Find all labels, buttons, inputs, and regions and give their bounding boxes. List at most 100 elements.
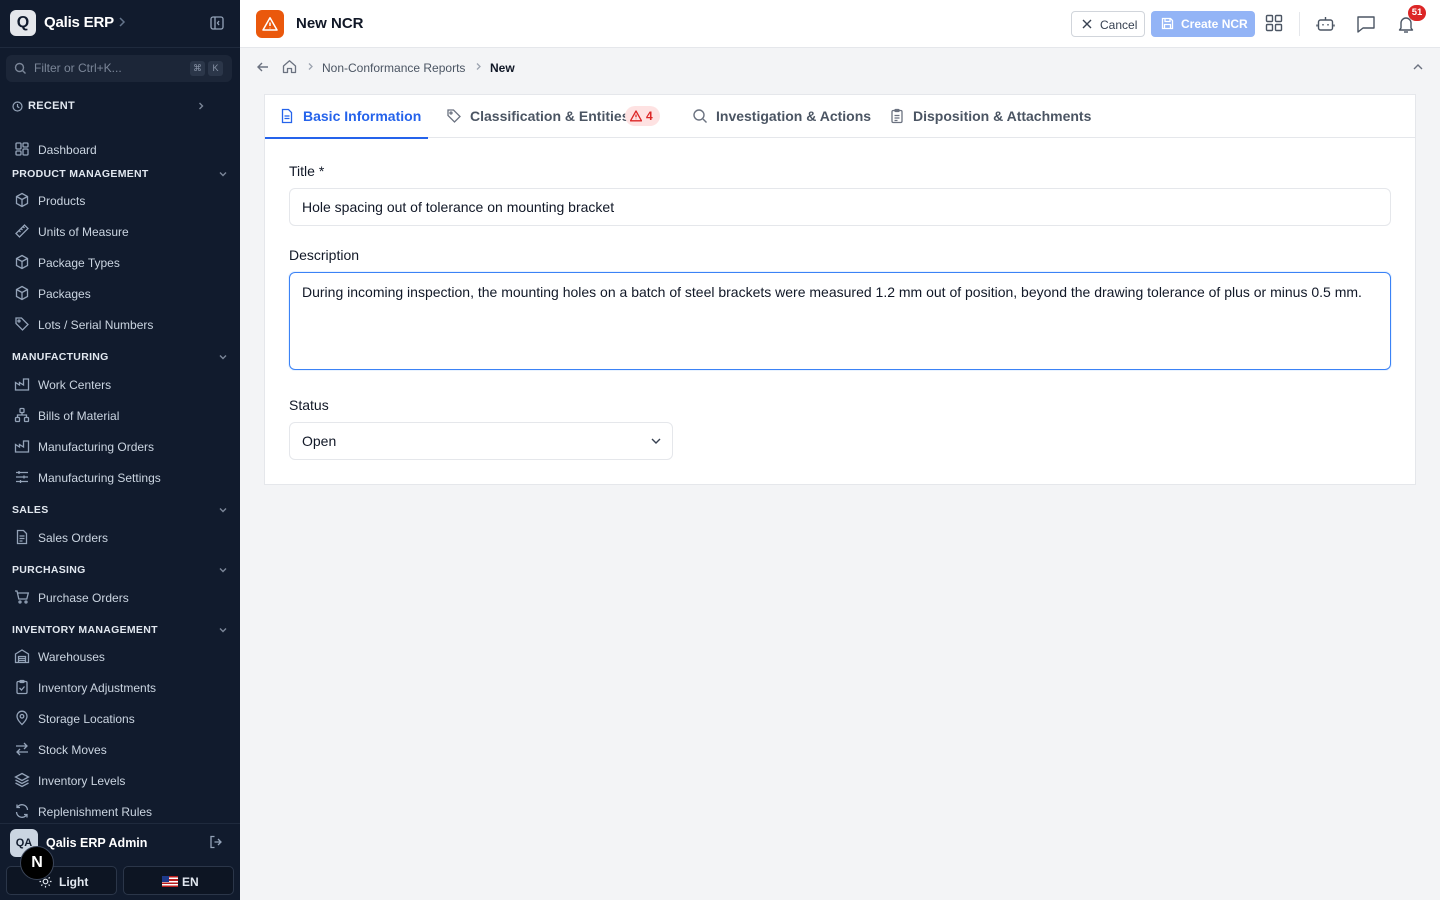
tab-basic-information[interactable]: Basic Information bbox=[265, 95, 428, 139]
ncr-form-card: Basic Information Classification & Entit… bbox=[264, 94, 1416, 485]
sidebar-item-work-centers[interactable]: Work Centers bbox=[14, 375, 224, 395]
sidebar-item-packages[interactable]: Packages bbox=[14, 284, 224, 304]
sidebar-item-lots-serial-numbers[interactable]: Lots / Serial Numbers bbox=[14, 315, 224, 335]
section-label: PRODUCT MANAGEMENT bbox=[12, 168, 149, 180]
sidebar-item-products[interactable]: Products bbox=[14, 191, 224, 211]
section-label: SALES bbox=[12, 504, 49, 516]
sidebar-item-units-of-measure[interactable]: Units of Measure bbox=[14, 222, 224, 242]
sidebar-footer: QA Qalis ERP Admin Light EN N bbox=[0, 823, 240, 900]
tab-label: Basic Information bbox=[303, 108, 422, 124]
chevron-down-icon bbox=[218, 505, 228, 515]
clock-icon bbox=[12, 101, 23, 112]
factory-icon bbox=[14, 438, 30, 454]
breadcrumb: Non-Conformance Reports New bbox=[240, 48, 1440, 86]
ruler-icon bbox=[14, 223, 30, 239]
bot-icon[interactable] bbox=[1316, 14, 1335, 33]
chevron-right-icon bbox=[474, 62, 483, 71]
notification-badge: 51 bbox=[1408, 5, 1426, 21]
sidebar-item-label: Replenishment Rules bbox=[38, 805, 153, 819]
sidebar-item-package-types[interactable]: Package Types bbox=[14, 253, 224, 273]
user-name[interactable]: Qalis ERP Admin bbox=[46, 836, 147, 850]
status-label: Status bbox=[289, 397, 329, 413]
sidebar-item-label: Inventory Levels bbox=[38, 774, 126, 788]
chevron-down-icon bbox=[218, 169, 228, 179]
app-brand[interactable]: Qalis ERP bbox=[44, 14, 114, 31]
sidebar-item-inventory-levels[interactable]: Inventory Levels bbox=[14, 771, 224, 791]
sidebar-item-sales-orders[interactable]: Sales Orders bbox=[14, 528, 224, 548]
chevron-right-icon[interactable] bbox=[116, 16, 128, 28]
n-badge[interactable]: N bbox=[20, 846, 54, 880]
chevron-right-icon bbox=[306, 62, 315, 71]
section-purchasing[interactable]: PURCHASING bbox=[12, 562, 228, 578]
sidebar-item-bills-of-material[interactable]: Bills of Material bbox=[14, 406, 224, 426]
sidebar-item-stock-moves[interactable]: Stock Moves bbox=[14, 740, 224, 760]
status-select[interactable]: Open bbox=[289, 422, 673, 460]
section-product-management[interactable]: PRODUCT MANAGEMENT bbox=[12, 166, 228, 182]
warning-icon bbox=[256, 10, 284, 38]
chat-icon[interactable] bbox=[1356, 14, 1376, 34]
sidebar-item-warehouses[interactable]: Warehouses bbox=[14, 647, 224, 667]
cancel-button[interactable]: Cancel bbox=[1071, 11, 1145, 37]
dashboard-icon bbox=[14, 141, 30, 157]
sidebar-item-inventory-adjustments[interactable]: Inventory Adjustments bbox=[14, 678, 224, 698]
sidebar-filter-input[interactable]: Filter or Ctrl+K... ⌘ K bbox=[6, 55, 232, 82]
sidebar-item-label: Manufacturing Settings bbox=[38, 471, 161, 485]
sidebar-item-storage-locations[interactable]: Storage Locations bbox=[14, 709, 224, 729]
description-textarea[interactable]: During incoming inspection, the mounting… bbox=[289, 272, 1391, 370]
tab-label: Investigation & Actions bbox=[716, 108, 872, 124]
app-logo[interactable]: Q bbox=[10, 10, 36, 36]
title-input[interactable]: Hole spacing out of tolerance on mountin… bbox=[289, 188, 1391, 226]
tab-investigation-actions[interactable]: Investigation & Actions bbox=[678, 95, 872, 138]
sidebar-item-purchase-orders[interactable]: Purchase Orders bbox=[14, 588, 224, 608]
chevron-right-icon bbox=[196, 101, 206, 111]
recent-section[interactable]: RECENT bbox=[12, 99, 222, 115]
box-icon bbox=[14, 285, 30, 301]
language-label: EN bbox=[182, 875, 199, 889]
section-sales[interactable]: SALES bbox=[12, 502, 228, 518]
sidebar-item-dashboard[interactable]: Dashboard bbox=[14, 140, 224, 160]
layers-icon bbox=[14, 772, 30, 788]
sidebar-item-manufacturing-settings[interactable]: Manufacturing Settings bbox=[14, 468, 224, 488]
chevron-up-icon[interactable] bbox=[1412, 61, 1424, 73]
map-pin-icon bbox=[14, 710, 30, 726]
logout-icon[interactable] bbox=[209, 835, 223, 849]
sidebar-item-replenishment-rules[interactable]: Replenishment Rules bbox=[14, 802, 224, 822]
section-inventory-management[interactable]: INVENTORY MANAGEMENT bbox=[12, 622, 228, 638]
breadcrumb-ncr-link[interactable]: Non-Conformance Reports bbox=[322, 61, 465, 75]
validation-warning-badge: 4 bbox=[625, 106, 660, 126]
tag-icon bbox=[446, 108, 462, 124]
tab-disposition-attachments[interactable]: Disposition & Attachments bbox=[875, 95, 1091, 138]
recent-label: RECENT bbox=[28, 100, 76, 112]
sidebar-item-manufacturing-orders[interactable]: Manufacturing Orders bbox=[14, 437, 224, 457]
create-ncr-button[interactable]: Create NCR bbox=[1151, 11, 1255, 37]
refresh-icon bbox=[14, 803, 30, 819]
section-label: INVENTORY MANAGEMENT bbox=[12, 624, 158, 636]
warehouse-icon bbox=[14, 648, 30, 664]
language-button[interactable]: EN bbox=[123, 866, 234, 895]
sidebar-item-label: Purchase Orders bbox=[38, 591, 129, 605]
sidebar-collapse-icon[interactable] bbox=[210, 16, 224, 30]
chevron-down-icon bbox=[218, 625, 228, 635]
factory-icon bbox=[14, 376, 30, 392]
chevron-down-icon bbox=[218, 565, 228, 575]
kbd-cmd: ⌘ bbox=[190, 61, 205, 76]
sidebar-item-label: Sales Orders bbox=[38, 531, 109, 545]
section-label: MANUFACTURING bbox=[12, 351, 109, 363]
back-arrow-icon[interactable] bbox=[256, 60, 270, 74]
sidebar-item-label: Packages bbox=[38, 287, 91, 301]
sidebar-item-label: Bills of Material bbox=[38, 409, 120, 423]
create-label: Create NCR bbox=[1181, 17, 1248, 31]
sidebar-item-label: Manufacturing Orders bbox=[38, 440, 155, 454]
sidebar-item-label: Dashboard bbox=[38, 143, 97, 157]
grid-icon[interactable] bbox=[1265, 14, 1283, 32]
tag-icon bbox=[14, 316, 30, 332]
sidebar-item-label: Inventory Adjustments bbox=[38, 681, 157, 695]
box-icon bbox=[14, 192, 30, 208]
cancel-label: Cancel bbox=[1100, 18, 1138, 32]
page-title: New NCR bbox=[296, 15, 364, 32]
kbd-k: K bbox=[208, 61, 223, 76]
section-manufacturing[interactable]: MANUFACTURING bbox=[12, 349, 228, 365]
home-icon[interactable] bbox=[282, 59, 297, 74]
document-icon bbox=[14, 529, 30, 545]
breadcrumb-current: New bbox=[490, 61, 515, 75]
